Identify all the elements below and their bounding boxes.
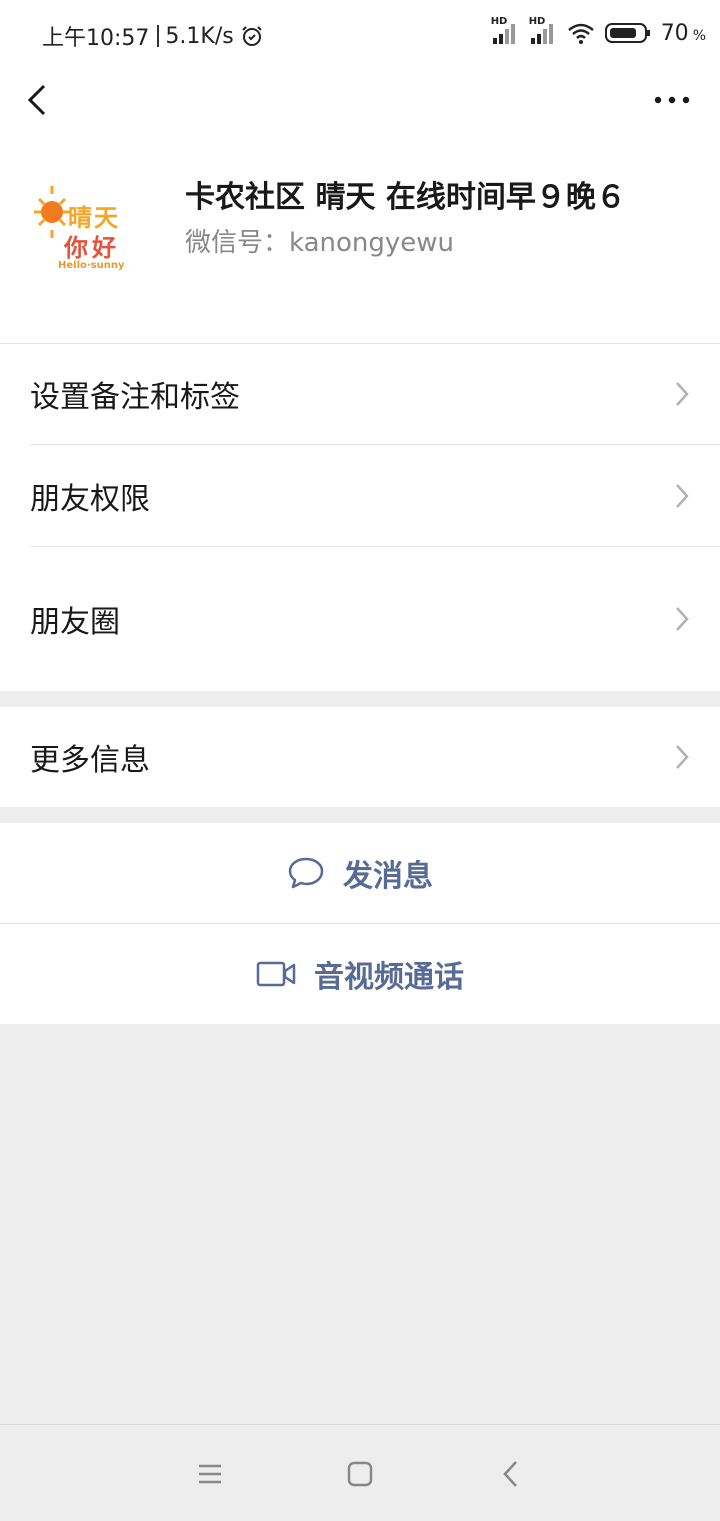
more-button[interactable] — [650, 78, 694, 122]
video-camera-icon — [256, 961, 296, 987]
battery-level: 70% — [660, 20, 706, 46]
chat-bubble-icon — [288, 857, 324, 889]
menu-item-moments[interactable]: 朋友圈 — [0, 547, 720, 691]
profile-name: 卡农社区 晴天 在线时间早９晚６ — [185, 180, 626, 215]
profile-header: 晴天 你好 Hello·sunny 卡农社区 晴天 在线时间早９晚６ 微信号：k… — [0, 130, 720, 343]
avatar-text-2: 你好 — [64, 234, 120, 262]
system-nav-bar — [0, 1424, 720, 1521]
status-net-speed: 5.1K/s — [165, 23, 234, 49]
menu-icon[interactable] — [193, 1457, 227, 1491]
chevron-right-icon — [676, 484, 689, 508]
avatar[interactable]: 晴天 你好 Hello·sunny — [30, 180, 150, 300]
home-icon[interactable] — [343, 1457, 377, 1491]
menu-item-label: 设置备注和标签 — [30, 380, 240, 415]
signal-icon: HD — [491, 16, 519, 46]
wechat-id: 微信号：kanongyewu — [185, 228, 455, 258]
menu-item-label: 朋友权限 — [30, 482, 150, 517]
status-time: 上午10:57 — [42, 26, 150, 51]
status-separator — [157, 25, 160, 47]
action-group: 发消息 音视频通话 — [0, 823, 720, 1024]
alarm-icon — [241, 26, 262, 46]
menu-item-more-info[interactable]: 更多信息 — [0, 707, 720, 807]
chevron-right-icon — [676, 607, 689, 631]
signal-icon-2: HD — [529, 16, 557, 46]
av-call-label: 音视频通话 — [314, 960, 464, 995]
nav-bar — [0, 70, 720, 130]
av-call-button[interactable]: 音视频通话 — [0, 924, 720, 1024]
battery-icon — [604, 23, 650, 43]
send-message-label: 发消息 — [343, 859, 433, 894]
send-message-button[interactable]: 发消息 — [0, 823, 720, 923]
menu-item-friend-permissions[interactable]: 朋友权限 — [0, 445, 720, 547]
back-button[interactable] — [18, 78, 62, 122]
chevron-left-icon — [27, 84, 46, 116]
more-dots-icon — [654, 96, 690, 104]
menu-item-label: 更多信息 — [30, 743, 150, 778]
menu-group-2: 更多信息 — [0, 707, 720, 807]
status-bar: 上午10:57 5.1K/s HD HD 70 % — [0, 0, 720, 70]
menu-item-label: 朋友圈 — [30, 605, 120, 640]
avatar-text-3: Hello·sunny — [58, 260, 125, 271]
menu-group-1: 设置备注和标签 朋友权限 朋友圈 — [0, 343, 720, 691]
back-icon[interactable] — [494, 1457, 528, 1491]
chevron-right-icon — [676, 745, 689, 769]
chevron-right-icon — [676, 382, 689, 406]
wifi-icon — [567, 23, 594, 44]
menu-item-remark-tags[interactable]: 设置备注和标签 — [0, 343, 720, 445]
